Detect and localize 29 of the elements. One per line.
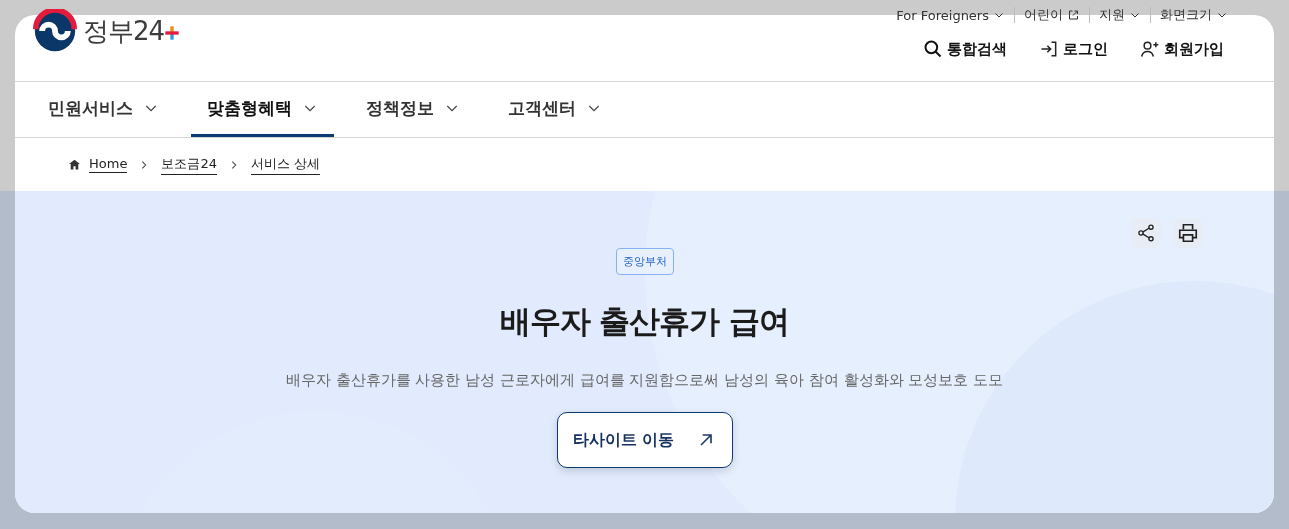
- logo[interactable]: 정부24: [33, 9, 181, 53]
- share-button[interactable]: [1131, 218, 1161, 248]
- plus-icon: [164, 25, 181, 41]
- utility-link[interactable]: 어린이: [1024, 6, 1080, 24]
- utility-link[interactable]: 지원: [1099, 6, 1141, 24]
- header-link[interactable]: 통합검색: [923, 39, 1007, 59]
- category-tag: 중앙부처: [615, 248, 674, 275]
- utility-link[interactable]: For Foreigners: [896, 7, 1005, 23]
- external-link-icon: [1067, 9, 1080, 21]
- nav-tab[interactable]: 맞춤형혜택: [191, 82, 334, 137]
- print-button[interactable]: [1173, 218, 1203, 248]
- user-plus-icon: [1140, 39, 1160, 59]
- breadcrumb-link[interactable]: 서비스 상세: [250, 154, 321, 175]
- description: 배우자 출산휴가를 사용한 남성 근로자에게 급여를 지원함으로써 남성의 육아 참여 활성화와 모성보호 도모: [285, 371, 1004, 390]
- page-title: 배우자 출산휴가 급여: [499, 302, 790, 341]
- nav-tab[interactable]: 정책정보: [350, 82, 476, 137]
- header-link[interactable]: 회원가입: [1140, 39, 1224, 59]
- header-link[interactable]: 로그인: [1039, 39, 1108, 59]
- home-icon: [68, 158, 81, 171]
- share-icon: [1136, 223, 1156, 243]
- login-icon: [1039, 39, 1059, 59]
- external-site-button[interactable]: 타사이트 이동: [556, 412, 733, 468]
- search-icon: [923, 39, 943, 59]
- breadcrumb-link[interactable]: 보조금24: [161, 154, 217, 175]
- print-icon: [1177, 222, 1199, 244]
- nav-tab[interactable]: 고객센터: [492, 82, 618, 137]
- nav-tab[interactable]: 민원서비스: [32, 82, 175, 137]
- breadcrumb-link[interactable]: Home: [89, 156, 128, 173]
- utility-link[interactable]: 화면크기: [1160, 6, 1228, 24]
